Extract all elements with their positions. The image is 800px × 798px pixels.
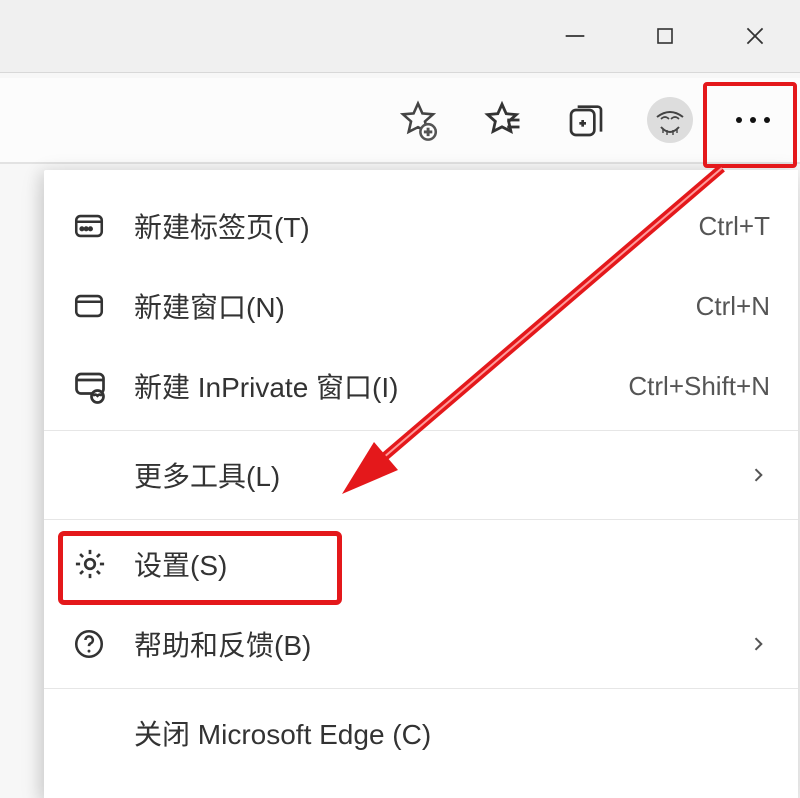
chevron-right-icon: [746, 465, 770, 485]
menu-item-new-tab[interactable]: 新建标签页(T) Ctrl+T: [44, 186, 798, 266]
menu-item-shortcut: Ctrl+Shift+N: [628, 371, 770, 402]
more-icon: [736, 117, 770, 123]
menu-item-label: 新建 InPrivate 窗口(I): [120, 366, 628, 406]
gear-icon: [72, 546, 120, 582]
tab-icon: [72, 209, 120, 243]
star-add-icon: [396, 98, 440, 142]
window-maximize-button[interactable]: [620, 0, 710, 72]
add-favorite-button[interactable]: [376, 78, 460, 162]
menu-item-shortcut: Ctrl+T: [699, 211, 771, 242]
chevron-right-icon: [746, 634, 770, 654]
minimize-icon: [561, 22, 589, 50]
maximize-icon: [653, 24, 677, 48]
menu-item-label: 更多工具(L): [120, 455, 746, 495]
window-close-button[interactable]: [710, 0, 800, 72]
menu-item-label: 新建标签页(T): [120, 206, 699, 246]
menu-item-shortcut: Ctrl+N: [696, 291, 770, 322]
menu-separator: [44, 519, 798, 520]
inprivate-icon: [72, 368, 120, 404]
window-titlebar: [0, 0, 800, 73]
star-list-icon: [481, 99, 523, 141]
avatar-icon: [647, 97, 693, 143]
menu-item-close-app[interactable]: 关闭 Microsoft Edge (C): [44, 693, 798, 773]
menu-item-help[interactable]: 帮助和反馈(B): [44, 604, 798, 684]
menu-item-settings[interactable]: 设置(S): [44, 524, 798, 604]
menu-item-label: 关闭 Microsoft Edge (C): [120, 713, 770, 753]
window-minimize-button[interactable]: [530, 0, 620, 72]
close-icon: [742, 23, 768, 49]
window-icon: [72, 289, 120, 323]
help-icon: [72, 627, 120, 661]
collections-icon: [566, 100, 606, 140]
menu-item-label: 帮助和反馈(B): [120, 624, 746, 664]
favorites-button[interactable]: [460, 78, 544, 162]
menu-spacer: [44, 170, 798, 186]
menu-separator: [44, 688, 798, 689]
settings-menu: 新建标签页(T) Ctrl+T 新建窗口(N) Ctrl+N: [44, 170, 798, 798]
viewport: 新建标签页(T) Ctrl+T 新建窗口(N) Ctrl+N: [0, 0, 800, 798]
menu-item-new-inprivate[interactable]: 新建 InPrivate 窗口(I) Ctrl+Shift+N: [44, 346, 798, 426]
menu-item-more-tools[interactable]: 更多工具(L): [44, 435, 798, 515]
profile-button[interactable]: [628, 78, 712, 162]
menu-item-new-window[interactable]: 新建窗口(N) Ctrl+N: [44, 266, 798, 346]
browser-toolbar: [0, 78, 800, 164]
more-menu-button[interactable]: [712, 81, 794, 159]
menu-separator: [44, 430, 798, 431]
menu-item-label: 新建窗口(N): [120, 286, 696, 326]
menu-spacer: [44, 773, 798, 798]
menu-item-label: 设置(S): [120, 544, 770, 584]
collections-button[interactable]: [544, 78, 628, 162]
